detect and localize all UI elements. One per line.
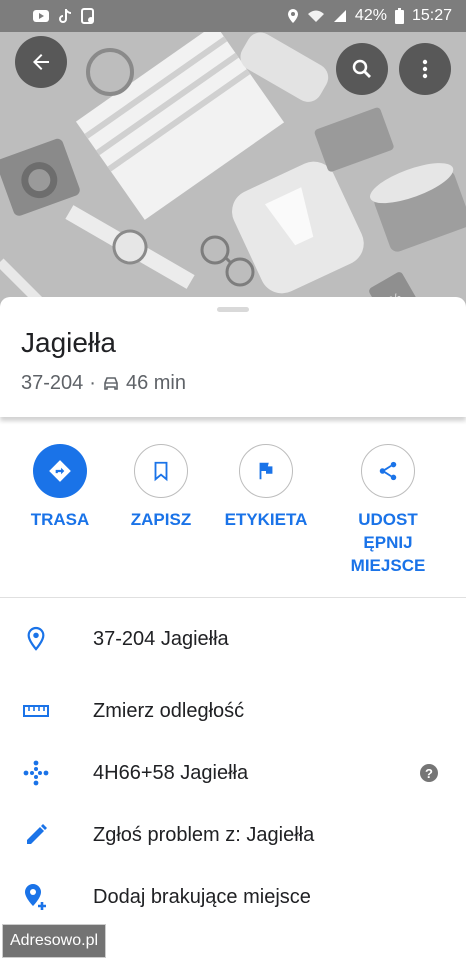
report-problem-row[interactable]: Zgłoś problem z: Jagiełła [0, 804, 466, 866]
car-icon [104, 376, 118, 390]
watermark: Adresowo.pl [2, 924, 106, 958]
battery-icon [394, 8, 404, 24]
separator-dot: · [89, 372, 96, 394]
label-circle [239, 444, 293, 498]
directions-circle [33, 444, 87, 498]
measure-distance-text: Zmierz odległość [93, 699, 245, 722]
plus-code-text: 4H66+58 Jagiełła [93, 761, 249, 784]
tiktok-icon [59, 9, 72, 23]
save-circle [134, 444, 188, 498]
plus-code-icon [23, 760, 49, 786]
add-missing-place-text: Dodaj brakujące miejsce [93, 885, 311, 908]
address-row[interactable]: 37-204 Jagiełła [0, 608, 466, 670]
location-pin-icon [27, 626, 45, 651]
status-bar: 42% 15:27 [0, 0, 466, 32]
share-circle [361, 444, 415, 498]
report-icon-wrap [0, 823, 72, 847]
wifi-icon [307, 10, 324, 22]
add-missing-place-row[interactable]: Dodaj brakujące miejsce [0, 866, 466, 928]
label-label: ETYKIETA [224, 510, 308, 529]
add-place-icon [25, 884, 46, 910]
flag-icon [259, 462, 273, 480]
address-text: 37-204 Jagiełła [93, 627, 229, 650]
measure-distance-row[interactable]: Zmierz odległość [0, 680, 466, 742]
divider [0, 597, 466, 598]
place-header-sheet: Jagiełła 37-204 · 46 min [0, 297, 466, 417]
place-illustration: % [0, 32, 466, 307]
report-problem-text: Zgłoś problem z: Jagiełła [93, 823, 315, 846]
search-button[interactable] [336, 43, 388, 95]
drive-time: 46 min [125, 372, 186, 394]
label-button[interactable]: ETYKIETA [206, 444, 326, 531]
share-icon [379, 461, 397, 481]
save-button[interactable]: ZAPISZ [101, 444, 221, 531]
add-place-icon-wrap [0, 882, 72, 912]
more-options-button[interactable] [399, 43, 451, 95]
plus-code-icon-wrap [0, 759, 72, 787]
action-buttons: TRASA ZAPISZ ETYKIETA UDOST ĘPNIJ MIEJSC… [0, 428, 466, 596]
pencil-icon [27, 824, 47, 844]
drag-handle[interactable] [217, 307, 249, 312]
shopping-illustration: % [0, 32, 466, 307]
place-title: Jagiełła [21, 327, 116, 358]
help-icon[interactable]: ? [420, 764, 438, 782]
search-icon [352, 59, 371, 78]
share-button[interactable]: UDOST ĘPNIJ MIEJSCE [328, 444, 448, 577]
bookmark-icon [154, 461, 168, 482]
youtube-icon [33, 10, 49, 22]
notification-icon [81, 8, 94, 24]
directions-label: TRASA [30, 510, 90, 529]
battery-percent: 42% [354, 7, 387, 24]
arrow-back-icon [33, 54, 49, 70]
back-button[interactable] [15, 36, 67, 88]
more-vert-icon [422, 59, 428, 79]
address-icon-wrap [0, 626, 72, 652]
directions-icon [49, 460, 71, 482]
postcode: 37-204 [21, 372, 84, 394]
plus-code-row[interactable]: 4H66+58 Jagiełła ? [0, 742, 466, 804]
share-label: UDOST ĘPNIJ MIEJSCE [350, 510, 426, 575]
location-status-icon [287, 9, 298, 23]
signal-icon [333, 10, 346, 22]
place-subtitle: 37-204 · 46 min [21, 372, 186, 395]
save-label: ZAPISZ [130, 510, 192, 529]
measure-icon-wrap [0, 704, 72, 718]
clock: 15:27 [411, 7, 452, 24]
ruler-icon [23, 705, 49, 717]
